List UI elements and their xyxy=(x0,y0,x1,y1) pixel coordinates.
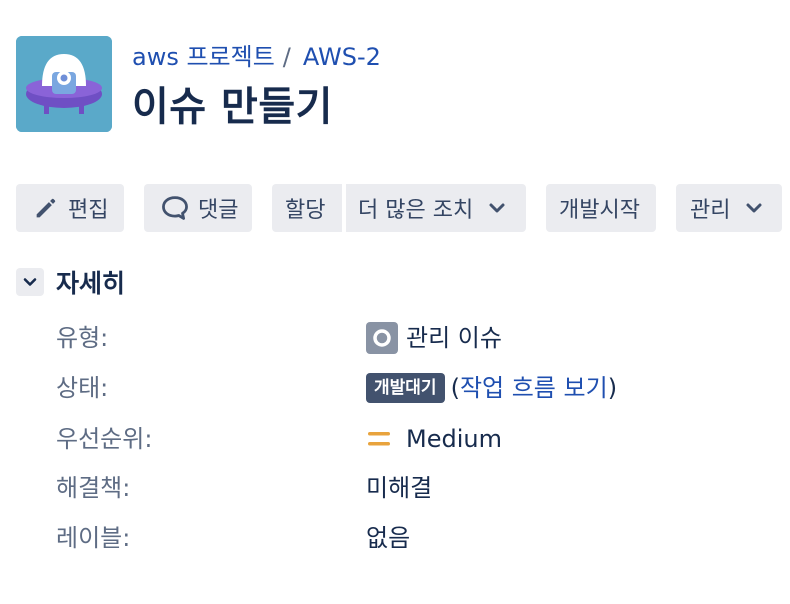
comment-button[interactable]: 댓글 xyxy=(144,184,252,232)
breadcrumb-separator: / xyxy=(282,43,291,71)
details-section-title: 자세히 xyxy=(56,269,126,298)
issue-type-value: 관리 이슈 xyxy=(406,324,502,352)
breadcrumb: aws 프로젝트 / AWS-2 xyxy=(132,39,381,75)
details-collapse-toggle[interactable] xyxy=(16,268,44,296)
field-value-priority: Medium xyxy=(366,423,502,455)
more-actions-dropdown[interactable]: 더 많은 조치 xyxy=(346,184,526,232)
priority-medium-icon xyxy=(368,432,390,446)
workflow-paren-close: ) xyxy=(607,374,618,402)
resolution-value: 미해결 xyxy=(366,474,433,502)
project-avatar-icon[interactable] xyxy=(16,36,112,132)
field-label-type: 유형: xyxy=(56,324,109,352)
field-value-resolution: 미해결 xyxy=(366,472,432,504)
view-workflow-link[interactable]: 작업 흐름 보기 xyxy=(460,372,608,404)
field-label-labels: 레이블: xyxy=(56,524,131,552)
start-development-button[interactable]: 개발시작 xyxy=(546,184,656,232)
issue-type-icon xyxy=(366,322,398,354)
comment-bubble-icon xyxy=(162,196,188,220)
status-badge: 개발대기 xyxy=(366,373,445,403)
edit-button[interactable]: 편집 xyxy=(16,184,124,232)
assign-button-label: 할당 xyxy=(285,198,326,223)
field-label-resolution: 해결책: xyxy=(56,474,131,502)
page-title: 이슈 만들기 xyxy=(132,84,333,130)
workflow-paren-open: ( xyxy=(450,374,460,402)
chevron-down-icon xyxy=(23,278,37,286)
manage-label: 관리 xyxy=(690,198,731,223)
issue-header: aws 프로젝트 / AWS-2 이슈 만들기 xyxy=(16,36,381,133)
more-actions-label: 더 많은 조치 xyxy=(358,198,474,223)
details-section-header: 자세히 xyxy=(16,264,125,300)
breadcrumb-project-link[interactable]: aws 프로젝트 xyxy=(132,43,275,71)
chevron-down-icon xyxy=(746,203,762,213)
field-value-status: 개발대기 (작업 흐름 보기) xyxy=(366,372,617,404)
pencil-icon xyxy=(36,198,56,218)
breadcrumb-issue-key-link[interactable]: AWS-2 xyxy=(303,43,381,71)
field-value-type: 관리 이슈 xyxy=(366,322,502,354)
assign-button[interactable]: 할당 xyxy=(272,184,342,232)
labels-value: 없음 xyxy=(366,524,411,552)
comment-button-label: 댓글 xyxy=(198,198,239,223)
manage-dropdown[interactable]: 관리 xyxy=(676,184,782,232)
start-development-label: 개발시작 xyxy=(559,198,640,223)
field-label-priority: 우선순위: xyxy=(56,425,153,453)
chevron-down-icon xyxy=(489,203,505,213)
priority-value: Medium xyxy=(406,425,502,453)
field-value-labels: 없음 xyxy=(366,522,410,554)
field-label-status: 상태: xyxy=(56,374,109,402)
edit-button-label: 편집 xyxy=(68,198,109,223)
